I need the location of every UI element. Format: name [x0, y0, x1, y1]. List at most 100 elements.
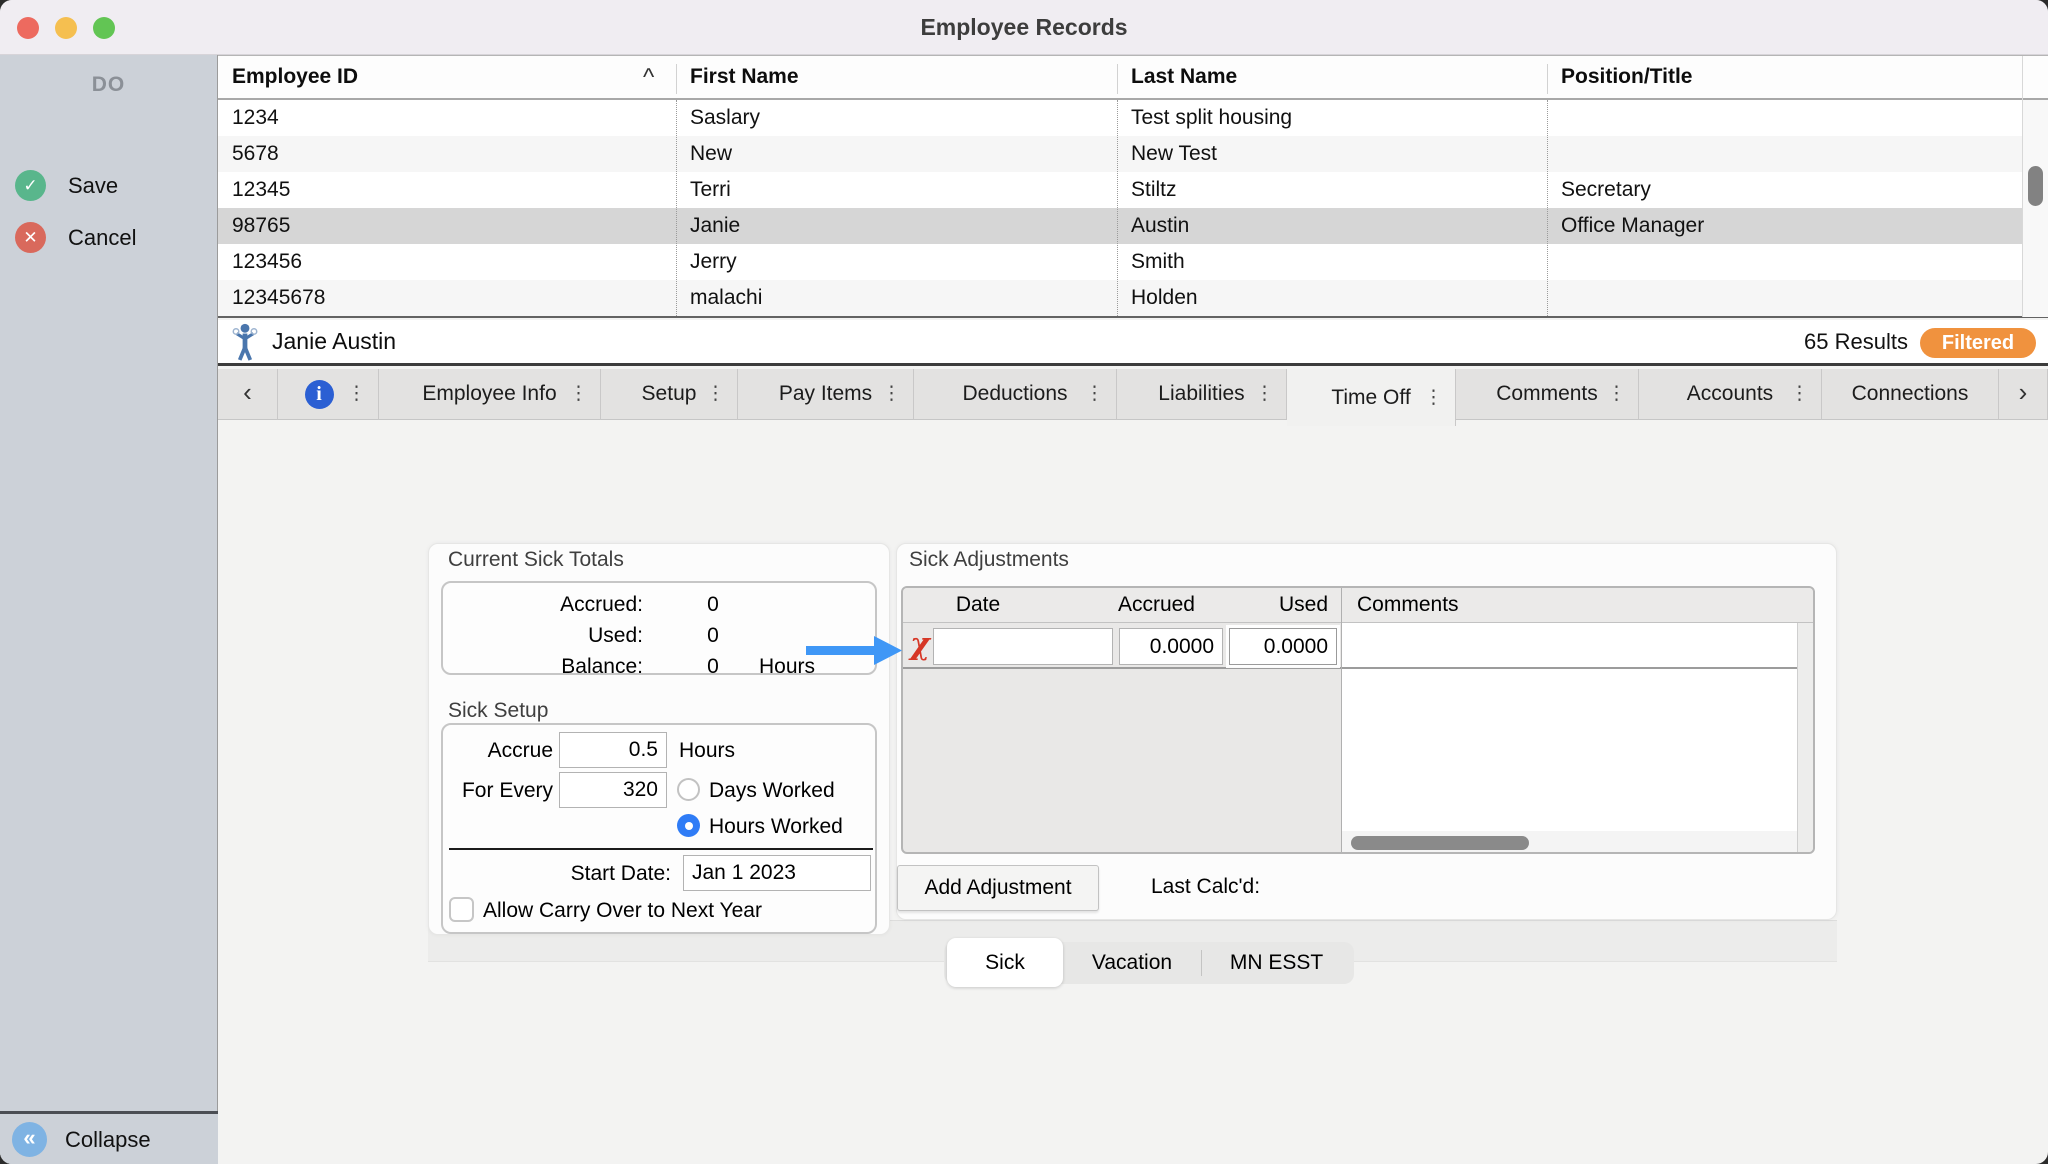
adjustment-used-input[interactable] — [1229, 628, 1337, 665]
person-icon — [232, 323, 258, 361]
tab-employee-info[interactable]: Employee Info⋮ — [379, 369, 601, 420]
accrued-label: Accrued: — [443, 593, 643, 617]
hours-worked-label: Hours Worked — [709, 815, 843, 839]
start-date-label: Start Date: — [511, 862, 671, 886]
scrollbar-thumb[interactable] — [2028, 166, 2043, 206]
chevron-left-icon: ‹ — [243, 377, 252, 408]
sick-adjustments-table: Date Accrued Used Comments χ — [901, 586, 1815, 854]
employee-table: Employee ID ^ First Name Last Name Posit… — [218, 55, 2048, 318]
segment-vacation[interactable]: Vacation — [1063, 942, 1201, 984]
tab-menu-dots-icon[interactable]: ⋮ — [1085, 382, 1104, 405]
sick-summary-card: Current Sick Totals Accrued: 0 Used: 0 B… — [428, 543, 890, 935]
save-button[interactable]: ✓ Save — [15, 170, 118, 201]
sidebar: DO ✓ Save ✕ Cancel « Collapse — [0, 55, 218, 1164]
time-off-type-tabs: Sick Vacation MN ESST — [944, 938, 1354, 987]
info-icon: i — [305, 380, 334, 409]
tab-accounts[interactable]: Accounts⋮ — [1639, 369, 1822, 420]
carry-over-label: Allow Carry Over to Next Year — [483, 899, 762, 923]
comments-field[interactable] — [1341, 623, 1797, 831]
balance-label: Balance: — [443, 655, 643, 679]
save-check-icon: ✓ — [15, 170, 46, 201]
sidebar-footer: « Collapse — [0, 1111, 218, 1164]
accrued-value: 0 — [673, 593, 753, 617]
table-row[interactable]: 12345 Terri Stiltz Secretary — [218, 172, 2022, 208]
start-date-input[interactable] — [683, 855, 871, 891]
segment-sick-active[interactable]: Sick — [947, 938, 1063, 987]
adjustments-title: Sick Adjustments — [909, 548, 1069, 572]
days-worked-label: Days Worked — [709, 779, 835, 803]
tab-pay-items[interactable]: Pay Items⋮ — [738, 369, 914, 420]
tab-menu-dots-icon[interactable]: ⋮ — [1424, 386, 1443, 409]
results-count: 65 Results — [1804, 329, 1908, 355]
tab-connections[interactable]: Connections — [1822, 369, 1999, 420]
tab-menu-dots-icon[interactable]: ⋮ — [1607, 382, 1626, 405]
table-row-selected[interactable]: 98765 Janie Austin Office Manager — [218, 208, 2022, 244]
collapse-button[interactable]: « Collapse — [12, 1122, 151, 1157]
sick-setup-panel: Accrue Hours For Every Days Worked Hours… — [441, 723, 877, 934]
scrollbar-thumb[interactable] — [1351, 836, 1529, 850]
tab-setup[interactable]: Setup⋮ — [601, 369, 738, 420]
cancel-x-icon: ✕ — [15, 222, 46, 253]
adjustment-accrued-input[interactable] — [1119, 628, 1223, 665]
tabs-scroll-left-button[interactable]: ‹ — [218, 369, 278, 420]
adj-col-used: Used — [1233, 588, 1328, 622]
app-window: Employee Records DO ✓ Save ✕ Cancel « Co… — [0, 0, 2048, 1164]
adj-col-comments: Comments — [1357, 588, 1459, 622]
tab-menu-dots-icon[interactable]: ⋮ — [569, 382, 588, 405]
adjustments-header: Date Accrued Used Comments — [903, 588, 1813, 623]
table-row[interactable]: 5678 New New Test — [218, 136, 2022, 172]
sidebar-header: DO — [0, 73, 217, 97]
adj-col-accrued: Accrued — [1083, 588, 1195, 622]
add-adjustment-button[interactable]: Add Adjustment — [897, 865, 1099, 911]
tab-liabilities[interactable]: Liabilities⋮ — [1117, 369, 1287, 420]
tabs-scroll-right-button[interactable]: › — [1999, 369, 2048, 420]
adjustments-horizontal-scrollbar[interactable] — [1342, 831, 1797, 854]
employee-table-header: Employee ID ^ First Name Last Name Posit… — [218, 56, 2048, 100]
column-header-last-name[interactable]: Last Name — [1117, 56, 1547, 100]
tab-bar: ‹ i ⋮ Employee Info⋮ Setup⋮ Pay Items⋮ D… — [218, 369, 2048, 420]
tab-deductions[interactable]: Deductions⋮ — [914, 369, 1117, 420]
carry-over-checkbox[interactable] — [449, 897, 474, 922]
table-vertical-scrollbar[interactable] — [2023, 100, 2048, 317]
column-header-first-name[interactable]: First Name — [676, 56, 1117, 100]
pointer-arrow — [800, 628, 908, 672]
cancel-button[interactable]: ✕ Cancel — [15, 222, 136, 253]
tab-menu-dots-icon[interactable]: ⋮ — [1255, 382, 1274, 405]
sort-ascending-icon: ^ — [643, 64, 654, 92]
table-row[interactable]: 1234 Saslary Test split housing — [218, 100, 2022, 136]
used-label: Used: — [443, 624, 643, 648]
tab-menu-dots-icon[interactable]: ⋮ — [706, 382, 725, 405]
for-every-label: For Every — [443, 779, 553, 803]
tab-menu-dots-icon[interactable]: ⋮ — [1790, 382, 1809, 405]
delete-row-icon[interactable]: χ — [907, 628, 933, 664]
adjustment-date-input[interactable] — [933, 628, 1113, 665]
accrue-unit: Hours — [679, 739, 735, 763]
window-title: Employee Records — [0, 0, 2048, 55]
title-bar: Employee Records — [0, 0, 2048, 55]
balance-value: 0 — [673, 655, 753, 679]
adjustments-vertical-scrollbar[interactable] — [1797, 623, 1815, 854]
days-worked-radio[interactable] — [677, 778, 700, 801]
sick-adjustments-card: Sick Adjustments Date Accrued Used Comme… — [896, 543, 1837, 920]
tab-comments[interactable]: Comments⋮ — [1456, 369, 1639, 420]
hours-worked-radio[interactable] — [677, 814, 700, 837]
column-header-employee-id[interactable]: Employee ID — [218, 56, 676, 100]
tab-time-off-active[interactable]: Time Off⋮ — [1287, 369, 1456, 426]
filtered-badge[interactable]: Filtered — [1920, 328, 2036, 358]
table-row[interactable]: 12345678 malachi Holden — [218, 280, 2022, 316]
adj-col-date: Date — [933, 588, 1023, 622]
used-value: 0 — [673, 624, 753, 648]
tab-menu-dots-icon[interactable]: ⋮ — [347, 382, 366, 405]
setup-title: Sick Setup — [448, 699, 548, 723]
for-every-input[interactable] — [559, 772, 667, 808]
collapse-chevrons-icon: « — [12, 1122, 47, 1157]
tab-menu-dots-icon[interactable]: ⋮ — [882, 382, 901, 405]
accrue-input[interactable] — [559, 732, 667, 768]
table-row[interactable]: 123456 Jerry Smith — [218, 244, 2022, 280]
last-calcd-label: Last Calc'd: — [1151, 875, 1260, 899]
column-header-position-title[interactable]: Position/Title — [1547, 56, 2022, 100]
tab-info[interactable]: i ⋮ — [278, 369, 379, 420]
segment-mn-esst[interactable]: MN ESST — [1202, 942, 1351, 984]
setup-divider — [449, 848, 873, 850]
accrue-label: Accrue — [443, 739, 553, 763]
